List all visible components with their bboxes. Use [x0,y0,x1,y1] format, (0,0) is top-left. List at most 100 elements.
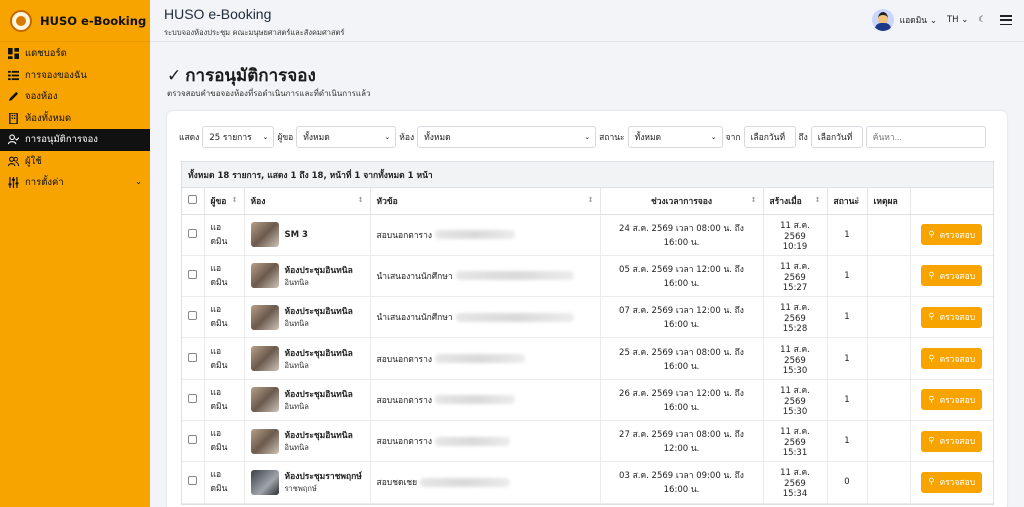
column-booking-time[interactable]: ช่วงเวลาการจอง ↕ [600,188,764,215]
column-label: หัวข้อ [376,196,398,207]
sort-icon: ↕ [587,196,594,204]
review-button[interactable]: ⚲ ตรวจสอบ [921,430,983,452]
row-checkbox[interactable] [188,393,197,403]
status-value: ทั้งหมด [634,133,662,143]
booking-time: 07 ส.ค. 2569 เวลา 12:00 น. ถึง 16:00 น. [600,296,764,339]
review-label: ตรวจสอบ [939,354,976,365]
status-value: 1 [827,420,868,463]
user-area: แอดมิน ⌄ TH ⌄ ☾ [871,9,1012,31]
sort-icon: ↕ [750,196,757,204]
requester-name: แอดมิน [210,429,228,454]
search-icon: ⚲ [928,353,935,364]
university-logo [10,9,32,32]
requester-name: แอดมิน [210,346,228,371]
booking-time: 25 ส.ค. 2569 เวลา 08:00 น. ถึง 16:00 น. [600,337,764,380]
search-input[interactable] [865,126,986,148]
user-menu[interactable]: แอดมิน ⌄ [900,13,937,27]
sidebar-item-users[interactable]: ผู้ใช้ [0,151,150,173]
row-checkbox[interactable] [188,228,197,238]
sidebar-item-book-room[interactable]: จองห้อง [0,86,150,108]
select-all-header [182,188,205,215]
search-icon: ⚲ [928,436,935,447]
show-label: แสดง [179,133,200,143]
review-button[interactable]: ⚲ ตรวจสอบ [921,224,983,246]
room-name: ห้องประชุมอินทนิล [284,265,353,276]
avatar[interactable] [871,9,894,31]
column-label: ช่วงเวลาการจอง [650,196,713,207]
from-label: จาก [725,133,741,143]
subject-cell: นำเสนองานนักศึกษา [377,269,594,283]
chevron-down-icon: ⌄ [710,133,717,141]
column-room[interactable]: ห้อง ↕ [244,188,371,215]
status-select[interactable]: ทั้งหมด ⌄ [627,126,723,148]
row-checkbox[interactable] [188,311,197,321]
room-cell: ห้องประชุมอินทนิล อินทนิล [250,387,364,413]
room-subname: อินทนิล [284,443,309,453]
status-value: 1 [827,379,868,421]
room-cell: ห้องประชุมอินทนิล อินทนิล [250,304,364,330]
reason-cell [867,296,911,339]
requester-select[interactable]: ทั้งหมด ⌄ [296,126,397,148]
redacted-text [435,230,516,240]
app-title: HUSO e-Booking [164,6,272,22]
room-select[interactable]: ทั้งหมด ⌄ [417,126,597,148]
room-name: ห้องประชุมราชพฤกษ์ [284,472,362,483]
to-date-value: เลือกวันที่ [817,133,853,143]
column-subject[interactable]: หัวข้อ ↕ [370,188,601,215]
reason-cell [867,337,911,380]
room-subname: ราชพฤกษ์ [284,484,317,494]
status-value: 1 [827,296,868,339]
chevron-down-icon: ⌄ [135,177,142,186]
row-checkbox[interactable] [188,352,197,362]
requester-name: แอดมิน [210,222,228,247]
room-cell: ห้องประชุมอินทนิล อินทนิล [250,346,364,372]
approval-card: แสดง 25 รายการ ⌄ ผู้ขอ ทั้งหมด ⌄ ห้อง ทั้ง… [167,111,1007,507]
page-size-select[interactable]: 25 รายการ ⌄ [202,126,275,148]
reason-cell [867,461,911,504]
created-date: 11 ส.ค. 2569 [780,385,810,407]
menu-icon[interactable] [1000,15,1012,25]
room-thumbnail [250,428,279,454]
reason-cell [867,255,911,298]
select-all-checkbox[interactable] [188,194,197,204]
review-label: ตรวจสอบ [939,271,976,282]
review-button[interactable]: ⚲ ตรวจสอบ [921,265,983,287]
created-time: 15:31 [782,448,808,459]
dark-mode-icon[interactable]: ☾ [978,15,986,25]
sidebar-item-dashboard[interactable]: แดชบอร์ด [0,43,150,65]
column-created[interactable]: สร้างเมื่อ ↕ [763,188,828,215]
created-date: 11 ส.ค. 2569 [780,220,810,242]
column-status[interactable]: สถานะ ↕ [827,188,868,215]
row-checkbox[interactable] [188,476,197,486]
table-row: แอดมิน ห้องประชุมอินทนิล อินทนิล สอบนอกตา… [182,379,993,421]
page-subtitle: ตรวจสอบคำขอจองห้องที่รอดำเนินการและที่ดำ… [167,89,371,98]
subject-text: นำเสนองานนักศึกษา [376,313,453,324]
subject-cell: สอบนอกตาราง [377,393,594,407]
room-cell: ห้องประชุมอินทนิล อินทนิล [250,428,364,454]
brand-name: HUSO e-Booking [40,13,147,28]
app-subtitle: ระบบจองห้องประชุม คณะมนุษยศาสตร์และสังคม… [164,28,345,37]
row-checkbox[interactable] [188,435,197,445]
review-button[interactable]: ⚲ ตรวจสอบ [921,389,983,411]
review-label: ตรวจสอบ [939,395,976,406]
booking-time: 05 ส.ค. 2569 เวลา 12:00 น. ถึง 16:00 น. [600,255,764,298]
page-title: ✓ การอนุมัติการจอง [167,62,316,89]
sidebar-item-settings[interactable]: การตั้งค่า ⌄ [0,172,150,194]
row-checkbox[interactable] [188,269,197,279]
subject-cell: สอบนอกตาราง [377,352,594,366]
brand[interactable]: HUSO e-Booking [0,0,150,42]
to-date-select[interactable]: เลือกวันที่ [810,126,863,148]
review-button[interactable]: ⚲ ตรวจสอบ [921,306,983,328]
sidebar-item-my-bookings[interactable]: การจองของฉัน [0,65,150,87]
search-icon: ⚲ [928,477,935,488]
from-date-select[interactable]: เลือกวันที่ [743,126,796,148]
column-requester[interactable]: ผู้ขอ ↕ [204,188,245,215]
status-value: 1 [827,337,868,380]
review-button[interactable]: ⚲ ตรวจสอบ [921,471,983,493]
sort-icon: ↕ [357,196,364,204]
sidebar-item-all-rooms[interactable]: ห้องทั้งหมด [0,108,150,130]
subject-cell: นำเสนองานนักศึกษา [377,310,594,324]
language-switcher[interactable]: TH ⌄ [947,15,968,25]
review-button[interactable]: ⚲ ตรวจสอบ [921,348,983,370]
sidebar-item-booking-approval[interactable]: การอนุมัติการจอง [0,129,150,151]
